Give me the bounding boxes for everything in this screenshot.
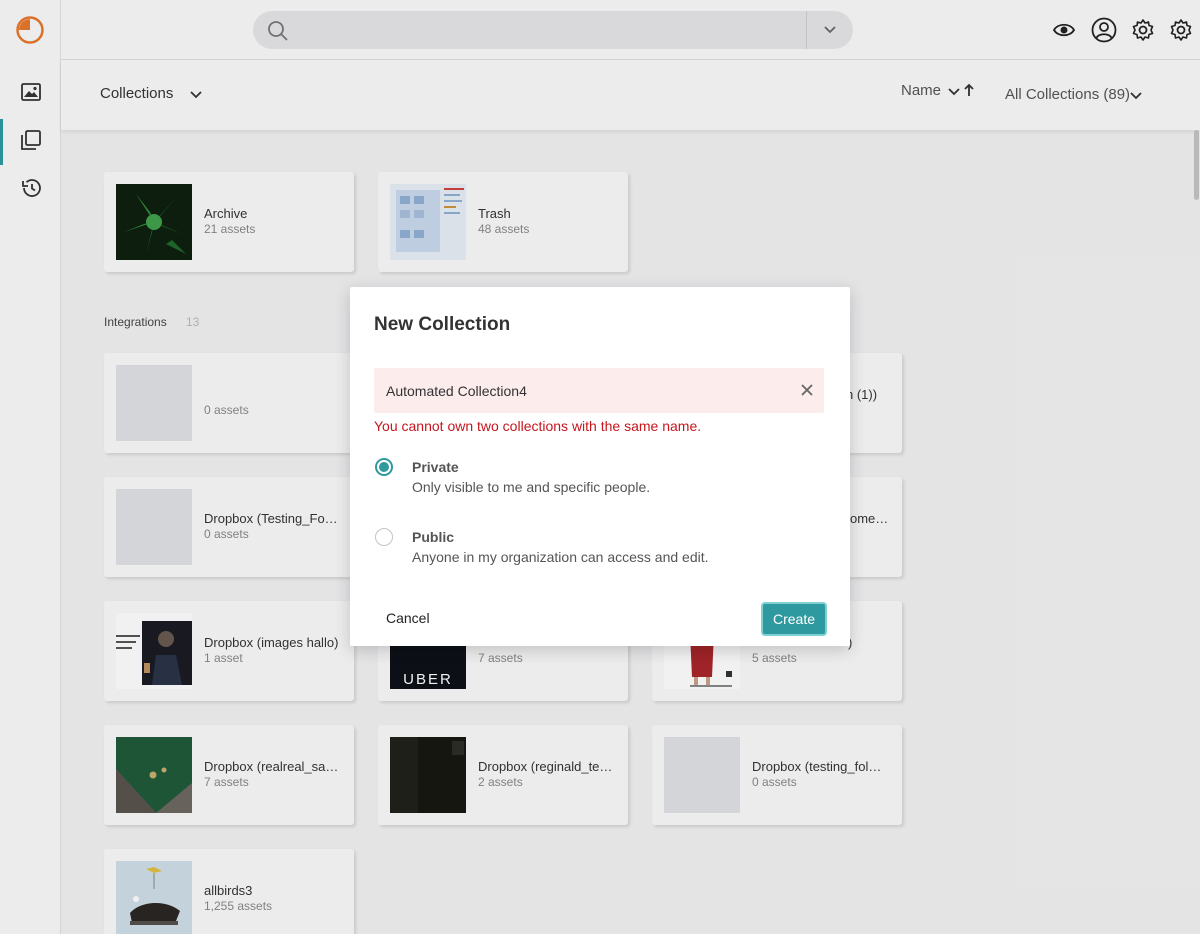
collection-name-input[interactable] [374, 368, 824, 413]
option-desc-public: Anyone in my organization can access and… [412, 549, 709, 565]
close-icon[interactable] [800, 383, 814, 402]
error-message: You cannot own two collections with the … [374, 418, 702, 434]
option-title-public: Public [412, 529, 455, 545]
radio-private[interactable] [375, 458, 393, 476]
dialog-title: New Collection [374, 314, 511, 335]
option-title-private: Private [412, 459, 459, 475]
cancel-button[interactable]: Cancel [374, 603, 440, 633]
create-button[interactable]: Create [761, 602, 827, 636]
new-collection-dialog: New Collection You cannot own two collec… [350, 287, 850, 646]
option-desc-private: Only visible to me and specific people. [412, 479, 651, 495]
radio-public[interactable] [375, 528, 393, 546]
